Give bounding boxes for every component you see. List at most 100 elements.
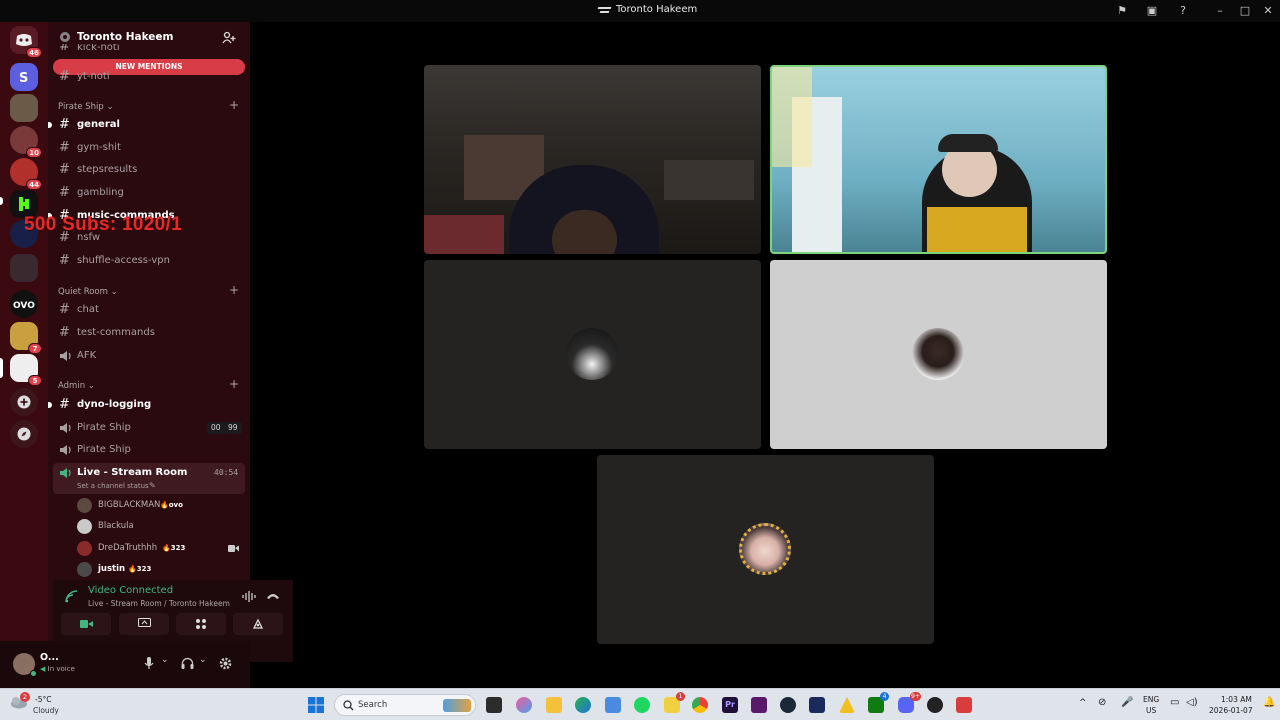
channel-pirate-ship-voice-1[interactable]: Pirate Ship 00 99 bbox=[53, 418, 245, 438]
server-icon-red[interactable]: 44 bbox=[10, 158, 42, 190]
clock-date[interactable]: 2026-01-07 bbox=[1209, 706, 1253, 715]
channel-kick-noti[interactable]: # kick-noti bbox=[53, 44, 245, 56]
copilot-icon[interactable] bbox=[516, 697, 532, 713]
server-icon-group[interactable]: 10 bbox=[10, 126, 42, 158]
channel-gambling[interactable]: # gambling bbox=[53, 183, 245, 203]
video-tile-camera-1[interactable] bbox=[424, 65, 761, 254]
task-view-icon[interactable] bbox=[486, 697, 502, 713]
spotify-icon[interactable] bbox=[634, 697, 650, 713]
channel-gym-shit[interactable]: # gym-shit bbox=[53, 138, 245, 158]
channel-live-stream-room[interactable]: Live - Stream Room 40:54 Set a channel s… bbox=[53, 463, 245, 494]
volume-icon[interactable]: ◁) bbox=[1186, 697, 1198, 708]
microphone-tray-icon[interactable]: 🎤 bbox=[1121, 697, 1133, 708]
server-icon-purple[interactable]: S bbox=[10, 63, 38, 91]
next-app-icon[interactable] bbox=[751, 697, 767, 713]
headphones-icon[interactable] bbox=[181, 657, 194, 669]
explore-button[interactable] bbox=[10, 420, 38, 448]
channel-afk[interactable]: AFK bbox=[53, 346, 245, 366]
soundboard-button[interactable] bbox=[233, 613, 283, 635]
video-tile-avatar-3[interactable] bbox=[597, 455, 934, 644]
video-tile-avatar-1[interactable] bbox=[424, 260, 761, 449]
microphone-icon[interactable] bbox=[144, 657, 154, 670]
activities-button[interactable] bbox=[176, 613, 226, 635]
signal-icon[interactable] bbox=[65, 590, 78, 603]
voice-member-dredatruthhh[interactable]: DreDaTruthhh 🔥323 bbox=[77, 540, 245, 558]
steam-icon[interactable] bbox=[780, 697, 796, 713]
minimize-button[interactable]: – bbox=[1212, 3, 1228, 19]
noise-suppression-icon[interactable] bbox=[242, 591, 256, 602]
server-icon-toronto-hakeem[interactable]: 5 bbox=[10, 354, 42, 386]
avatar bbox=[77, 498, 92, 513]
disconnect-icon[interactable] bbox=[266, 592, 280, 600]
voice-member-bigblackman[interactable]: BIGBLACKMAN 🔥ovo bbox=[77, 497, 245, 515]
create-channel-plus-icon[interactable]: + bbox=[229, 283, 239, 297]
invite-people-icon[interactable] bbox=[222, 31, 236, 44]
snipping-tool-icon[interactable] bbox=[956, 697, 972, 713]
show-hidden-icons-chevron-icon[interactable]: ^ bbox=[1079, 698, 1087, 708]
category-admin[interactable]: Admin ⌄ bbox=[58, 381, 95, 391]
direct-messages-button[interactable]: 46 bbox=[10, 26, 42, 58]
close-button[interactable]: ✕ bbox=[1260, 3, 1276, 19]
user-name[interactable]: O... bbox=[40, 652, 59, 663]
chevron-down-icon[interactable]: ⌄ bbox=[199, 655, 207, 665]
channel-pirate-ship-voice-2[interactable]: Pirate Ship bbox=[53, 440, 245, 460]
channel-status-prompt[interactable]: Set a channel status bbox=[77, 482, 149, 490]
category-quiet-room[interactable]: Quiet Room ⌄ bbox=[58, 287, 118, 297]
server-icon-photo[interactable] bbox=[10, 94, 38, 122]
chrome-icon[interactable] bbox=[692, 697, 708, 713]
video-tile-avatar-2[interactable] bbox=[770, 260, 1107, 449]
discord-taskbar-icon[interactable]: 9+ bbox=[898, 692, 921, 713]
server-icon-ovo[interactable]: OVO bbox=[10, 290, 38, 318]
notepad-icon[interactable] bbox=[605, 697, 621, 713]
snapchat-icon[interactable]: 1 bbox=[664, 692, 685, 713]
display-icon[interactable]: ▭ bbox=[1170, 697, 1179, 708]
channel-test-commands[interactable]: # test-commands bbox=[53, 323, 245, 343]
server-icon-yellow[interactable]: 7 bbox=[10, 322, 42, 354]
user-status-text: In voice bbox=[47, 665, 75, 673]
add-server-button[interactable] bbox=[10, 388, 38, 416]
weather-widget[interactable]: 2 bbox=[10, 692, 30, 714]
video-tile-camera-2-speaking[interactable] bbox=[770, 65, 1107, 254]
channel-yt-noti[interactable]: # yt-noti bbox=[53, 67, 245, 87]
inbox-icon[interactable]: ▣ bbox=[1144, 3, 1160, 19]
maximize-button[interactable]: □ bbox=[1237, 3, 1253, 19]
network-offline-icon[interactable]: ⊘ bbox=[1098, 697, 1106, 708]
file-explorer-icon[interactable] bbox=[546, 697, 562, 713]
screen-share-button[interactable] bbox=[119, 613, 169, 635]
notifications-bell-icon[interactable]: 🔔 bbox=[1263, 697, 1275, 708]
window-title-text: Toronto Hakeem bbox=[616, 4, 698, 15]
premiere-pro-icon[interactable]: Pr bbox=[722, 697, 738, 713]
language-indicator[interactable]: ENG bbox=[1143, 695, 1159, 704]
inbox-flag-icon[interactable]: ⚑ bbox=[1114, 3, 1130, 19]
warning-app-icon[interactable] bbox=[839, 697, 855, 713]
chevron-down-icon[interactable]: ⌄ bbox=[161, 655, 169, 665]
xbox-icon[interactable]: 4 bbox=[868, 692, 889, 713]
start-button[interactable] bbox=[308, 697, 324, 713]
connection-location[interactable]: Live - Stream Room / Toronto Hakeem bbox=[88, 599, 230, 608]
category-pirate-ship[interactable]: Pirate Ship ⌄ bbox=[58, 102, 114, 112]
camera-button[interactable] bbox=[61, 613, 111, 635]
channel-general[interactable]: # general bbox=[48, 115, 245, 135]
voice-member-justin[interactable]: justin 🔥323 bbox=[77, 561, 245, 579]
connection-status[interactable]: Video Connected bbox=[88, 585, 173, 596]
weather-desc[interactable]: Cloudy bbox=[33, 706, 59, 715]
help-icon[interactable]: ? bbox=[1175, 3, 1191, 19]
channel-stepsresults[interactable]: # stepsresults bbox=[53, 160, 245, 180]
pencil-icon[interactable]: ✎ bbox=[149, 481, 156, 490]
obs-icon[interactable] bbox=[927, 697, 943, 713]
language-region[interactable]: US bbox=[1146, 706, 1156, 715]
app-settings-icon[interactable] bbox=[809, 697, 825, 713]
taskbar-search-box[interactable]: Search bbox=[334, 694, 476, 716]
edge-browser-icon[interactable] bbox=[575, 697, 591, 713]
channel-chat[interactable]: # chat bbox=[53, 300, 245, 320]
server-badge-10: 10 bbox=[26, 147, 42, 158]
create-channel-plus-icon[interactable]: + bbox=[229, 377, 239, 391]
channel-dyno-logging[interactable]: # dyno-logging bbox=[48, 395, 245, 415]
create-channel-plus-icon[interactable]: + bbox=[229, 98, 239, 112]
clock-time[interactable]: 1:03 AM bbox=[1221, 695, 1252, 704]
voice-member-blackula[interactable]: Blackula bbox=[77, 518, 245, 536]
settings-gear-icon[interactable] bbox=[219, 657, 232, 670]
weather-temp[interactable]: -5°C bbox=[35, 695, 51, 704]
server-icon-dark[interactable] bbox=[10, 254, 38, 282]
channel-shuffle-access-vpn[interactable]: # shuffle-access-vpn bbox=[53, 251, 245, 271]
